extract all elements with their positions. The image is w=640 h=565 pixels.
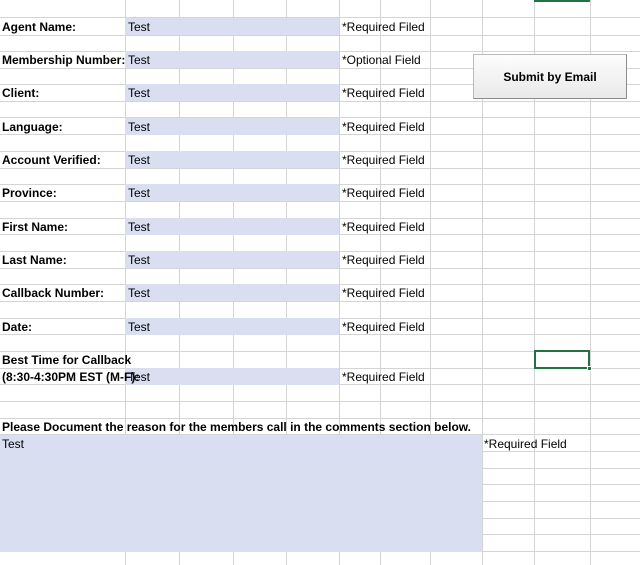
gridline-horizontal [0, 201, 640, 202]
account-verified-value[interactable]: Test [128, 152, 150, 168]
agent-name-field[interactable] [125, 18, 339, 35]
language-field[interactable] [125, 118, 339, 135]
last-name-field[interactable] [125, 251, 339, 268]
callback-number-value[interactable]: Test [128, 285, 150, 301]
province-label: Province: [2, 186, 57, 200]
best-time-label-line1: Best Time for Callback [2, 353, 132, 367]
comments-instruction: Please Document the reason for the membe… [2, 420, 472, 434]
membership-number-value[interactable]: Test [128, 52, 150, 68]
client-value[interactable]: Test [128, 85, 150, 101]
comments-note: *Required Field [484, 437, 567, 451]
first-name-note: *Required Field [342, 220, 425, 234]
membership-number-note: *Optional Field [342, 53, 421, 67]
callback-number-label: Callback Number: [2, 286, 105, 300]
date-value[interactable]: Test [128, 319, 150, 335]
first-name-value[interactable]: Test [128, 219, 150, 235]
last-name-label: Last Name: [2, 253, 67, 267]
column-selection-marker [534, 0, 590, 2]
date-field[interactable] [125, 318, 339, 335]
gridline-horizontal [0, 168, 640, 169]
best-time-value[interactable]: Test [128, 369, 150, 385]
client-field[interactable] [125, 84, 339, 101]
best-time-note: *Required Field [342, 370, 425, 384]
last-name-value[interactable]: Test [128, 252, 150, 268]
selected-cell[interactable] [534, 350, 592, 371]
membership-number-label: Membership Number: [2, 53, 126, 67]
last-name-note: *Required Field [342, 253, 425, 267]
submit-by-email-label: Submit by Email [503, 69, 597, 84]
agent-name-note: *Required Filed [342, 20, 425, 34]
comments-value[interactable]: Test [2, 436, 24, 452]
first-name-label: First Name: [2, 220, 69, 234]
client-label: Client: [2, 86, 40, 100]
gridline-horizontal [0, 268, 640, 269]
language-value[interactable]: Test [128, 119, 150, 135]
fill-handle[interactable] [587, 366, 592, 371]
province-value[interactable]: Test [128, 185, 150, 201]
date-label: Date: [2, 320, 33, 334]
first-name-field[interactable] [125, 218, 339, 235]
account-verified-label: Account Verified: [2, 153, 101, 167]
gridline-horizontal [0, 101, 640, 102]
province-field[interactable] [125, 184, 339, 201]
best-time-field[interactable] [125, 368, 339, 385]
comments-field[interactable] [0, 435, 482, 552]
gridline-horizontal [0, 301, 640, 302]
best-time-label-line2: (8:30-4:30PM EST (M-F): [2, 370, 140, 384]
language-label: Language: [2, 120, 63, 134]
membership-number-field[interactable] [125, 51, 339, 68]
spreadsheet-grid: Agent Name: Test *Required Filed Members… [0, 0, 640, 565]
client-note: *Required Field [342, 86, 425, 100]
agent-name-label: Agent Name: [2, 20, 77, 34]
date-note: *Required Field [342, 320, 425, 334]
submit-by-email-button[interactable]: Submit by Email [473, 54, 627, 99]
callback-number-field[interactable] [125, 284, 339, 301]
account-verified-note: *Required Field [342, 153, 425, 167]
gridline-horizontal [0, 401, 640, 402]
agent-name-value[interactable]: Test [128, 19, 150, 35]
gridline-horizontal [0, 35, 640, 36]
callback-number-note: *Required Field [342, 286, 425, 300]
account-verified-field[interactable] [125, 151, 339, 168]
province-note: *Required Field [342, 186, 425, 200]
language-note: *Required Field [342, 120, 425, 134]
